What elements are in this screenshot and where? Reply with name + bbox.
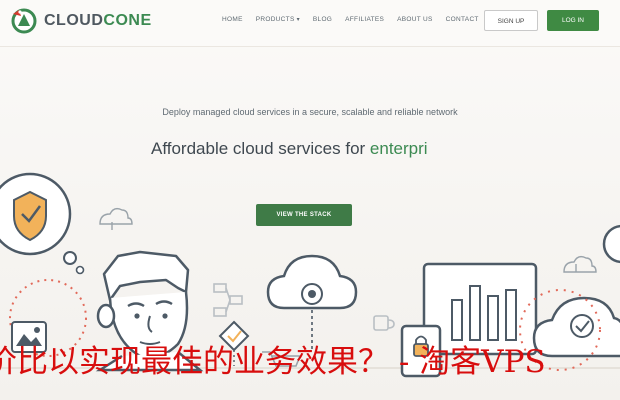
cloud-upload-icon (99, 207, 133, 230)
nav-about-us[interactable]: ABOUT US (397, 16, 433, 23)
logo-text: CLOUDCONE (44, 12, 152, 29)
nav-affiliates[interactable]: AFFILIATES (345, 16, 384, 23)
nav-home[interactable]: HOME (222, 16, 243, 23)
mug-icon (373, 315, 395, 331)
nav-blog[interactable]: BLOG (313, 16, 332, 23)
nav-contact[interactable]: CONTACT (446, 16, 479, 23)
hero-subtitle: Deploy managed cloud services in a secur… (162, 107, 458, 117)
top-navbar: CLOUDCONE HOME PRODUCTS ▾ BLOG AFFILIATES… (0, 0, 620, 47)
cloud-check-icon (532, 296, 620, 358)
logo[interactable]: CLOUDCONE (10, 8, 152, 34)
shield-bubble-icon (0, 172, 72, 256)
main-nav: HOME PRODUCTS ▾ BLOG AFFILIATES ABOUT US … (222, 16, 492, 23)
cloud-target-icon (266, 254, 358, 352)
cloud-download-icon (563, 255, 597, 273)
sign-up-button[interactable]: SIGN UP (484, 10, 538, 31)
chevron-down-icon: ▾ (296, 17, 300, 23)
network-diagram-icon (213, 283, 243, 317)
nav-products[interactable]: PRODUCTS ▾ (256, 16, 300, 23)
view-the-stack-button[interactable]: VIEW THE STACK (256, 204, 352, 226)
page: CLOUDCONE HOME PRODUCTS ▾ BLOG AFFILIATES… (0, 0, 620, 400)
hero-title-prefix: Affordable cloud services for (151, 139, 370, 158)
hero-illustration (0, 172, 620, 378)
nav-products-label: PRODUCTS (255, 16, 295, 23)
log-in-button[interactable]: LOG IN (547, 10, 599, 31)
overlay-caption: 价比以实现最佳的业务效果？ - 淘客VPS (0, 344, 546, 380)
hero-title-typed: enterpri (369, 139, 428, 158)
cloudcone-logo-icon (11, 8, 37, 34)
hero-title: Affordable cloud services for enterpri (151, 139, 428, 159)
